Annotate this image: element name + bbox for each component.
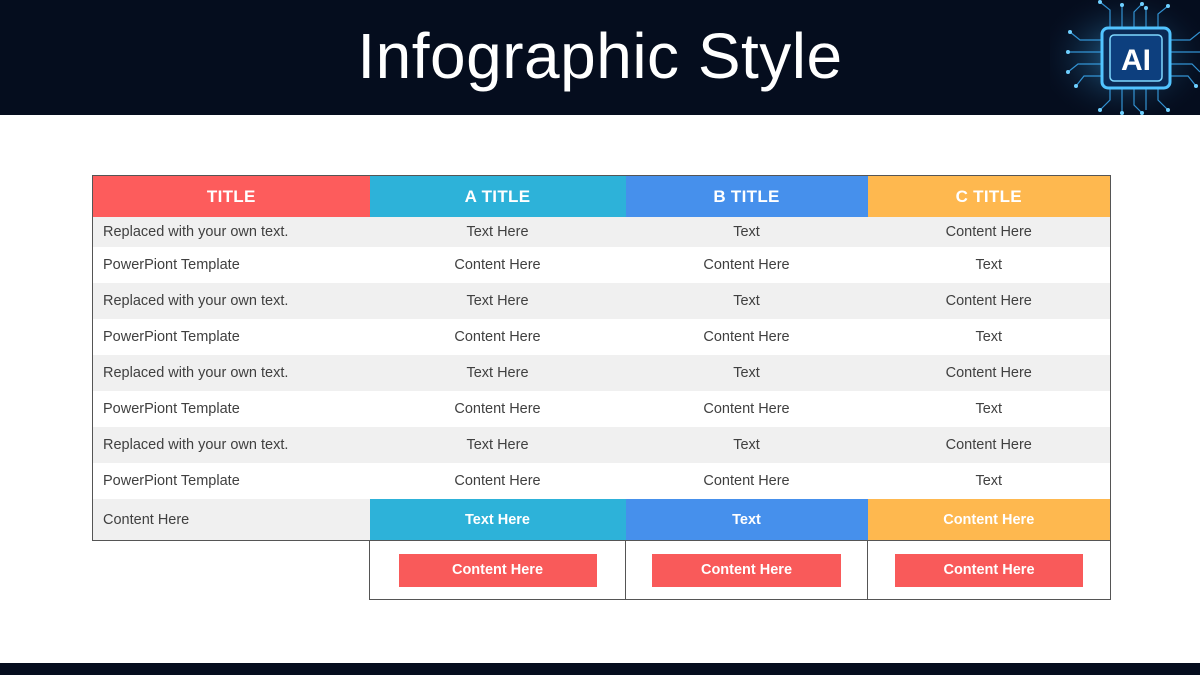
header-b-title: B TITLE [625,175,868,217]
table-header-row: TITLE A TITLE B TITLE C TITLE [92,175,1111,217]
cell-c: Text [867,319,1111,355]
cell-a: Content Here [369,463,626,499]
cell-c: Text [867,391,1111,427]
table-row: PowerPiont Template Content Here Content… [92,247,1111,283]
cell-a: Content Here [369,391,626,427]
summary-row: Content Here Text Here Text Content Here [92,499,1111,541]
table-row: Replaced with your own text. Text Here T… [92,283,1111,319]
cell-c: Text [867,247,1111,283]
cell-b: Content Here [625,247,868,283]
row-label: PowerPiont Template [92,319,370,355]
cell-c: Text [867,463,1111,499]
button-cell-c: Content Here [867,540,1111,600]
content-button-b[interactable]: Content Here [652,553,841,587]
cell-a: Text Here [369,427,626,463]
table-row: PowerPiont Template Content Here Content… [92,391,1111,427]
cell-b: Content Here [625,319,868,355]
row-label: Replaced with your own text. [92,355,370,391]
slide-footer [0,663,1200,675]
slide-title: Infographic Style [357,20,843,92]
header-title: TITLE [92,175,370,217]
row-label: Replaced with your own text. [92,283,370,319]
row-label: Replaced with your own text. [92,427,370,463]
content-button-a[interactable]: Content Here [398,553,597,587]
row-label: Replaced with your own text. [92,217,370,247]
row-label: PowerPiont Template [92,247,370,283]
header-c-title: C TITLE [867,175,1111,217]
table-row: Replaced with your own text. Text Here T… [92,427,1111,463]
table-row: Replaced with your own text. Text Here T… [92,217,1111,247]
cell-b: Content Here [625,463,868,499]
cell-b: Content Here [625,391,868,427]
header-a-title: A TITLE [369,175,626,217]
cell-b: Text [625,427,868,463]
table-row: PowerPiont Template Content Here Content… [92,463,1111,499]
cell-c: Content Here [867,355,1111,391]
button-row: Content Here Content Here Content Here [92,540,1111,600]
row-label: PowerPiont Template [92,463,370,499]
cell-a: Text Here [369,217,626,247]
comparison-table: TITLE A TITLE B TITLE C TITLE Replaced w… [92,175,1111,600]
table-row: PowerPiont Template Content Here Content… [92,319,1111,355]
button-row-spacer [92,540,370,600]
content-button-c[interactable]: Content Here [895,553,1083,587]
cell-c: Content Here [867,283,1111,319]
cell-a: Content Here [369,319,626,355]
summary-c: Content Here [867,499,1111,541]
cell-b: Text [625,355,868,391]
cell-b: Text [625,217,868,247]
cell-a: Text Here [369,355,626,391]
table-row: Replaced with your own text. Text Here T… [92,355,1111,391]
summary-a: Text Here [369,499,626,541]
cell-b: Text [625,283,868,319]
ai-chip-icon: AI [1050,0,1200,115]
cell-c: Content Here [867,427,1111,463]
button-cell-b: Content Here [625,540,868,600]
cell-c: Content Here [867,217,1111,247]
button-cell-a: Content Here [369,540,626,600]
cell-a: Text Here [369,283,626,319]
summary-b: Text [625,499,868,541]
row-label: PowerPiont Template [92,391,370,427]
summary-label: Content Here [92,499,370,541]
svg-text:AI: AI [1121,44,1151,77]
cell-a: Content Here [369,247,626,283]
